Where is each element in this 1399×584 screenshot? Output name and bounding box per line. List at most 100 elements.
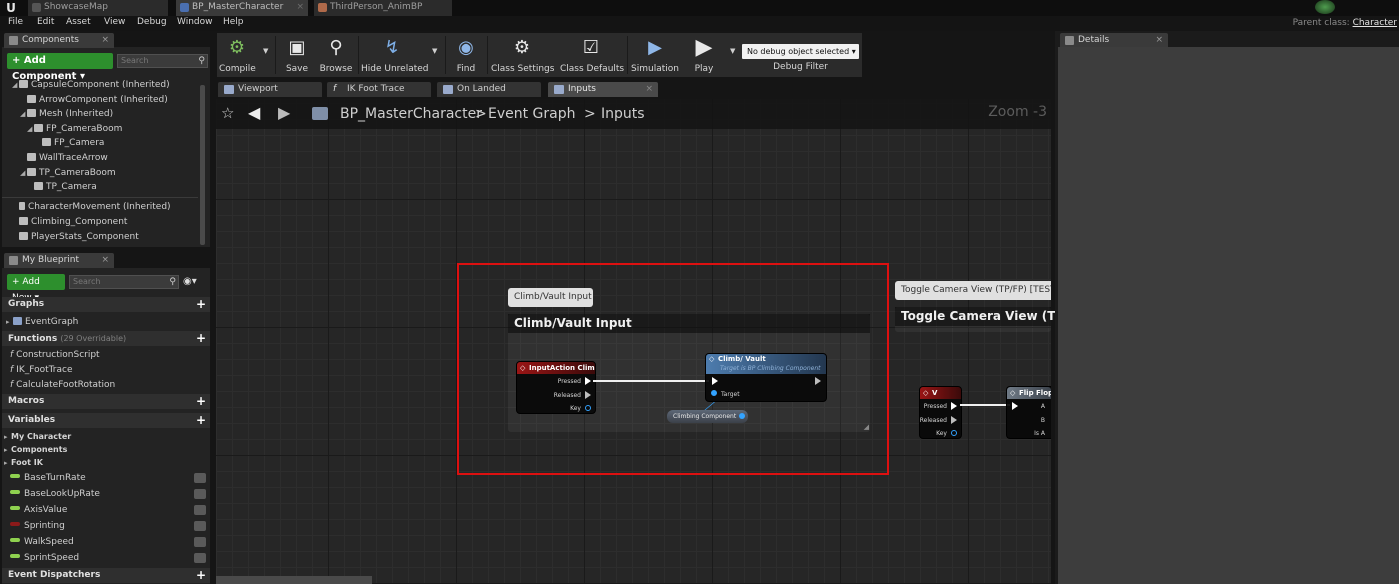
variables-section[interactable]: Variables + [2,413,210,428]
menu-window[interactable]: Window [177,17,213,27]
visibility-eye-icon[interactable] [194,489,206,499]
play-button[interactable]: ▶ Play [685,33,723,77]
add-macro-button[interactable]: + [196,394,206,408]
tree-item-tp-cameraboom[interactable]: ◢ TP_CameraBoom [20,167,116,180]
blueprint-icon [9,256,18,265]
function-item-calculatefootrotation[interactable]: f CalculateFootRotation [10,378,115,392]
back-arrow-icon[interactable]: ◀ [248,103,260,122]
tree-item-capsule[interactable]: ◢ CapsuleComponent (Inherited) [12,79,170,92]
visibility-eye-icon[interactable] [194,553,206,563]
add-new-button[interactable]: + Add New ▾ [7,274,65,303]
add-component-button[interactable]: + Add Component ▾ [7,53,113,82]
components-scrollbar[interactable] [200,85,205,245]
class-defaults-button[interactable]: ☑ Class Defaults [560,33,624,77]
released-exec-pin[interactable] [951,416,957,424]
variable-axisvalue[interactable]: AxisValue [10,502,208,518]
pressed-exec-pin[interactable] [951,402,957,410]
menu-asset[interactable]: Asset [66,17,91,27]
menu-debug[interactable]: Debug [137,17,167,27]
tree-item-fp-cameraboom[interactable]: ◢ FP_CameraBoom [27,123,122,136]
menu-file[interactable]: File [8,17,23,27]
v-key-event-node[interactable]: ◇ V Pressed Released Key [919,386,962,439]
play-options-chevron-icon[interactable]: ▼ [730,47,735,55]
browse-button[interactable]: ⚲ Browse [317,33,355,77]
variable-baselookuprate[interactable]: BaseLookUpRate [10,486,208,502]
details-icon [1065,36,1074,45]
my-blueprint-tab[interactable]: My Blueprint × [4,253,114,268]
save-button[interactable]: ▣ Save [281,33,313,77]
breadcrumb-collapsed-graph[interactable]: Inputs [601,106,645,122]
close-icon[interactable]: × [1155,33,1163,48]
close-icon[interactable]: × [101,253,109,268]
graphs-section[interactable]: Graphs + [2,297,210,312]
tab-on-landed[interactable]: On Landed [437,82,541,97]
tree-item-arrow[interactable]: ArrowComponent (Inherited) [27,94,168,107]
debug-object-select[interactable]: No debug object selected ▾ [742,44,859,59]
key-struct-pin[interactable] [951,430,957,436]
tree-item-climbing-component[interactable]: Climbing_Component [19,216,127,229]
variable-sprintspeed[interactable]: SprintSpeed [10,550,208,566]
category-my-character[interactable]: ▸ My Character [4,430,71,443]
tab-ik-foot-trace[interactable]: f IK Foot Trace [327,82,431,97]
flip-flop-node[interactable]: ◇ Flip Flop A B Is A [1006,386,1051,439]
hide-unrelated-options-chevron-icon[interactable]: ▼ [432,47,437,55]
add-variable-button[interactable]: + [196,413,206,427]
visibility-eye-icon[interactable] [194,537,206,547]
variable-sprinting[interactable]: Sprinting [10,518,208,534]
functions-section[interactable]: Functions (29 Overridable) + [2,331,210,346]
blueprint-search-input[interactable]: Search ⚲ [69,275,179,289]
breadcrumb-graph[interactable]: Event Graph [488,106,576,122]
source-control-status-icon[interactable] [1315,0,1335,14]
compile-button[interactable]: ⚙ Compile [219,33,256,77]
tab-viewport[interactable]: Viewport [218,82,322,97]
details-tab[interactable]: Details × [1060,33,1168,48]
forward-arrow-icon[interactable]: ▶ [278,103,290,122]
menu-view[interactable]: View [104,17,125,27]
add-dispatcher-button[interactable]: + [196,568,206,582]
simulation-button[interactable]: ▶ Simulation [630,33,680,77]
menu-edit[interactable]: Edit [37,17,54,27]
doc-tab-thirdperson-animbp[interactable]: ThirdPerson_AnimBP [314,0,452,16]
tree-item-mesh[interactable]: ◢ Mesh (Inherited) [20,108,113,121]
close-icon[interactable]: × [296,0,304,15]
variable-baseturnrate[interactable]: BaseTurnRate [10,470,208,486]
hide-unrelated-button[interactable]: ↯ Hide Unrelated [361,33,429,77]
close-icon[interactable]: × [645,82,653,97]
components-search-input[interactable]: Search ⚲ [117,54,208,68]
graph-horizontal-scrollbar[interactable] [216,576,372,584]
tree-item-charactermovement[interactable]: CharacterMovement (Inherited) [19,201,171,214]
event-dispatchers-section[interactable]: Event Dispatchers + [2,568,210,583]
variable-walkspeed[interactable]: WalkSpeed [10,534,208,550]
components-tab[interactable]: Components × [4,33,114,48]
tree-item-fp-camera[interactable]: FP_Camera [42,137,104,150]
category-foot-ik[interactable]: ▸ Foot IK [4,456,43,469]
visibility-eye-icon[interactable] [194,473,206,483]
doc-tab-bp-mastercharacter[interactable]: BP_MasterCharacter × [176,0,308,16]
tree-item-walltracearrow[interactable]: WallTraceArrow [27,152,108,165]
function-item-constructionscript[interactable]: f ConstructionScript [10,348,100,362]
parent-class-link[interactable]: Character [1353,18,1397,28]
comment-box-toggle-camera[interactable]: Toggle Camera View (TP/FP) [895,307,1091,332]
macros-section[interactable]: Macros + [2,394,210,409]
menu-help[interactable]: Help [223,17,244,27]
tab-inputs[interactable]: Inputs × [548,82,658,97]
function-item-ik-foottrace[interactable]: f IK_FootTrace [10,363,73,377]
compile-options-chevron-icon[interactable]: ▼ [263,47,268,55]
doc-tab-showcasemap[interactable]: ShowcaseMap [28,0,168,16]
favorite-star-icon[interactable]: ☆ [221,104,234,122]
visibility-eye-icon[interactable] [194,505,206,515]
category-components[interactable]: ▸ Components [4,443,67,456]
class-settings-button[interactable]: ⚙ Class Settings [491,33,554,77]
visibility-eye-icon[interactable] [194,521,206,531]
exec-in-pin[interactable] [1012,402,1018,410]
add-graph-button[interactable]: + [196,297,206,311]
add-function-button[interactable]: + [196,331,206,345]
find-button[interactable]: ◉ Find [451,33,481,77]
tree-item-playerstats-component[interactable]: PlayerStats_Component [19,231,139,244]
graph-item-eventgraph[interactable]: ▸ EventGraph [6,315,78,329]
close-icon[interactable]: × [101,33,109,48]
comment-bubble-toggle-camera[interactable]: Toggle Camera View (TP/FP) [TESTING] [895,281,1051,300]
tree-item-tp-camera[interactable]: TP_Camera [34,181,97,194]
breadcrumb-blueprint[interactable]: BP_MasterCharacter [340,106,482,122]
view-options-eye-icon[interactable]: ◉▾ [183,276,205,288]
